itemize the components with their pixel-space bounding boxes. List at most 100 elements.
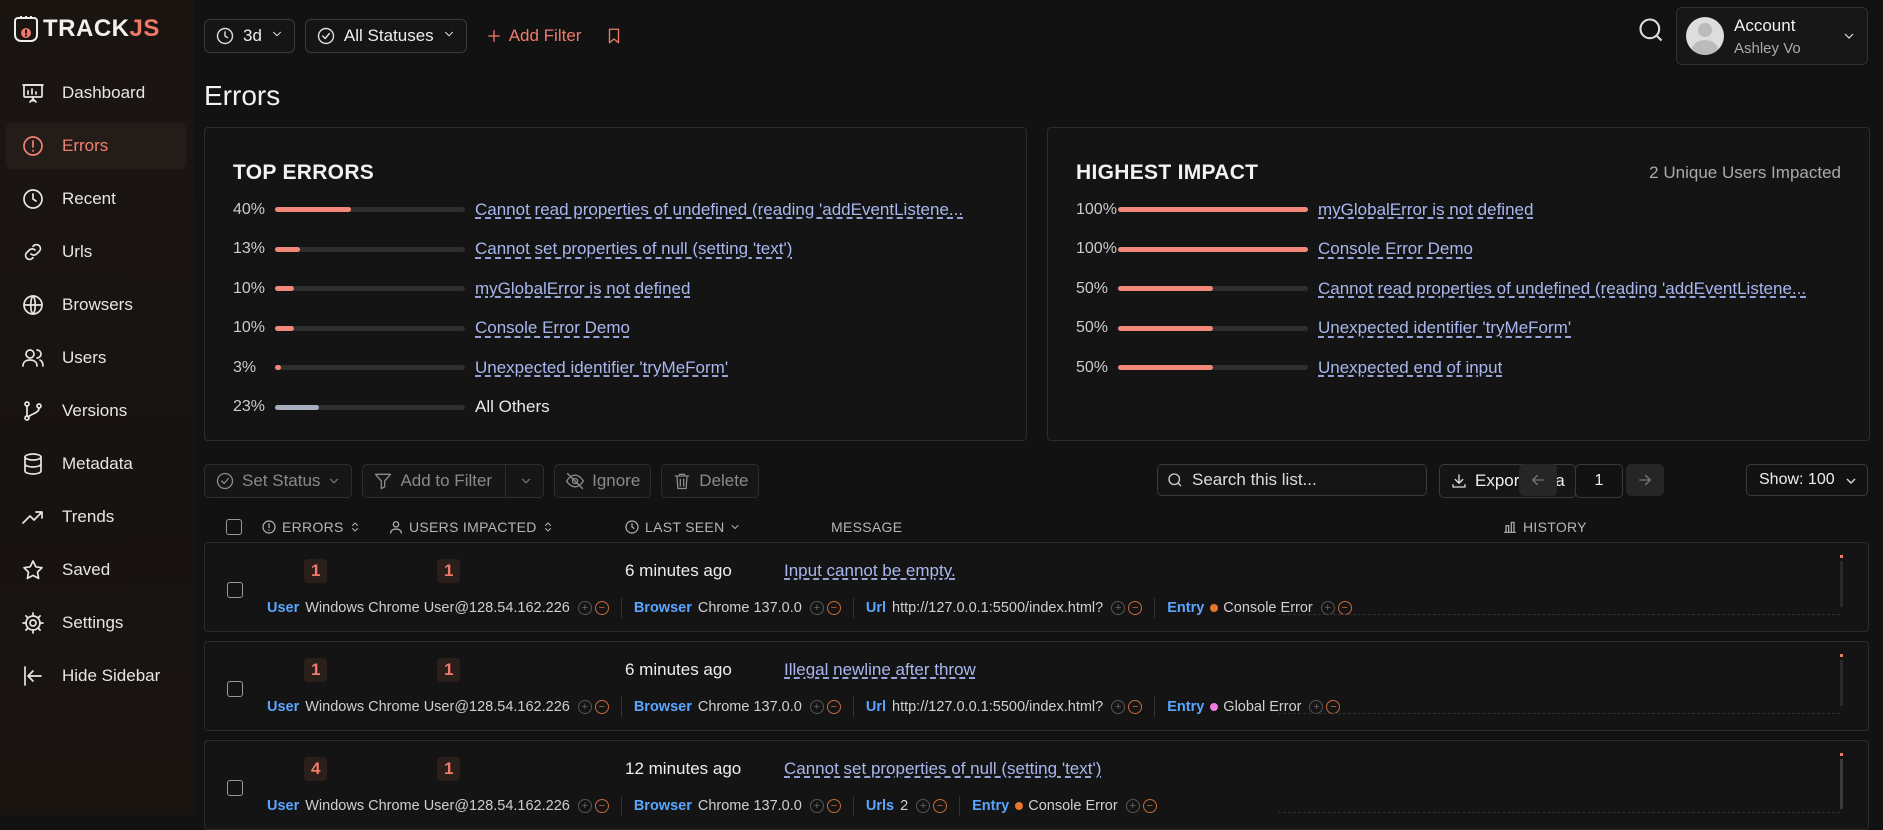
percent-bar-fill [1118, 365, 1213, 371]
error-row[interactable]: 1 1 6 minutes ago Input cannot be empty. Use… [204, 542, 1869, 632]
exclude-filter-icon[interactable]: − [1142, 799, 1157, 813]
sidebar-item-saved[interactable]: Saved [6, 547, 186, 593]
error-link[interactable]: Cannot set properties of null (setting '… [475, 239, 792, 259]
error-link[interactable]: Cannot read properties of undefined (rea… [475, 200, 963, 220]
delete-button[interactable]: Delete [661, 464, 760, 498]
bookmark-button[interactable] [605, 27, 623, 45]
exclude-filter-icon[interactable]: − [1128, 700, 1143, 714]
error-circle-icon [262, 520, 276, 534]
exclude-filter-icon[interactable]: − [933, 799, 948, 813]
search-input[interactable] [1190, 469, 1414, 491]
error-link[interactable]: myGlobalError is not defined [475, 279, 690, 299]
row-checkbox[interactable] [227, 582, 243, 598]
status-select[interactable]: All Statuses [304, 19, 467, 53]
include-filter-icon[interactable]: + [577, 799, 592, 813]
exclude-filter-icon[interactable]: − [1128, 601, 1143, 615]
include-filter-icon[interactable]: + [1125, 799, 1140, 813]
select-all-checkbox[interactable] [226, 519, 242, 535]
error-link[interactable]: Unexpected identifier 'tryMeForm' [1318, 318, 1571, 338]
exclude-filter-icon[interactable]: − [594, 601, 609, 615]
divider [852, 598, 854, 618]
include-filter-icon[interactable]: + [916, 799, 931, 813]
next-page-button[interactable] [1626, 464, 1664, 496]
include-filter-icon[interactable]: + [577, 700, 592, 714]
error-message-link[interactable]: Cannot set properties of null (setting '… [784, 759, 1101, 779]
global-search-button[interactable] [1637, 16, 1665, 49]
add-to-filter-label: Add to Filter [400, 471, 493, 490]
add-filter-label: Add Filter [508, 26, 582, 45]
column-label: MESSAGE [831, 519, 903, 535]
exclude-filter-icon[interactable]: − [594, 700, 609, 714]
error-link[interactable]: myGlobalError is not defined [1318, 200, 1533, 220]
include-filter-icon[interactable]: + [577, 601, 592, 615]
add-to-filter-button[interactable]: Add to Filter [362, 464, 545, 498]
search-icon [1168, 473, 1182, 487]
account-menu[interactable]: Account Ashley Vo [1676, 7, 1868, 65]
add-filter-button[interactable]: Add Filter [477, 26, 590, 46]
sidebar-item-dashboard[interactable]: Dashboard [6, 70, 186, 116]
column-errors[interactable]: ERRORS [261, 519, 361, 535]
users-impacted-badge: 1 [437, 658, 461, 682]
exclude-filter-icon[interactable]: − [826, 700, 841, 714]
sort-icon [544, 522, 551, 532]
error-count-badge: 1 [304, 559, 328, 583]
top-errors-panel: TOP ERRORS 40% Cannot read properties of … [204, 127, 1027, 441]
trackjs-logo[interactable]: TRACKJS [12, 14, 160, 44]
error-link[interactable]: Unexpected end of input [1318, 358, 1502, 378]
sidebar-item-users[interactable]: Users [6, 335, 186, 381]
sidebar-item-versions[interactable]: Versions [6, 388, 186, 434]
sidebar-item-recent[interactable]: Recent [6, 176, 186, 222]
page-title: Errors [204, 80, 281, 111]
history-baseline [1278, 614, 1840, 615]
row-checkbox[interactable] [227, 681, 243, 697]
error-link[interactable]: Cannot read properties of undefined (rea… [1318, 279, 1806, 299]
sidebar-item-trends[interactable]: Trends [6, 494, 186, 540]
error-message-link[interactable]: Input cannot be empty. [784, 561, 956, 581]
include-filter-icon[interactable]: + [809, 799, 824, 813]
column-label: USERS IMPACTED [409, 519, 537, 535]
exclude-filter-icon[interactable]: − [826, 601, 841, 615]
ignore-button[interactable]: Ignore [554, 464, 652, 498]
percent-bar-fill [1118, 207, 1308, 213]
time-range-select[interactable]: 3d [204, 19, 295, 53]
error-row[interactable]: 1 1 6 minutes ago Illegal newline after thr… [204, 641, 1869, 731]
error-link[interactable]: Console Error Demo [475, 318, 630, 338]
clock-icon [216, 27, 234, 45]
delete-label: Delete [699, 471, 749, 490]
avatar [1686, 17, 1724, 55]
chevron-down-icon [442, 26, 456, 46]
error-link[interactable]: Unexpected identifier 'tryMeForm' [475, 358, 728, 378]
error-link[interactable]: Console Error Demo [1318, 239, 1473, 259]
error-row[interactable]: 4 1 12 minutes ago Cannot set properties of… [204, 740, 1869, 830]
sidebar-item-browsers[interactable]: Browsers [6, 282, 186, 328]
sidebar-item-urls[interactable]: Urls [6, 229, 186, 275]
set-status-button[interactable]: Set Status [204, 464, 353, 498]
page-number[interactable]: 1 [1575, 464, 1623, 498]
last-seen: 6 minutes ago [625, 660, 732, 679]
percent-value: 50% [1076, 319, 1109, 337]
error-message-link[interactable]: Illegal newline after throw [784, 660, 976, 680]
main-content: 3d All Statuses Add Filter Account Ashle… [195, 0, 1883, 830]
include-filter-icon[interactable]: + [1111, 601, 1126, 615]
column-last-seen[interactable]: LAST SEEN [624, 519, 741, 535]
include-filter-icon[interactable]: + [1111, 700, 1126, 714]
prev-page-button[interactable] [1519, 464, 1557, 496]
error-meta: User Windows Chrome User@128.54.162.226 + −… [267, 796, 1169, 816]
history-sparkline [1278, 553, 1858, 615]
row-checkbox[interactable] [227, 780, 243, 796]
page-size-select[interactable]: Show: 100 [1746, 464, 1868, 496]
sidebar-item-settings[interactable]: Settings [6, 600, 186, 646]
divider [959, 796, 961, 816]
sort-icon [351, 522, 358, 532]
sidebar-item-hide-sidebar[interactable]: Hide Sidebar [6, 653, 186, 699]
list-search[interactable] [1157, 464, 1427, 496]
exclude-filter-icon[interactable]: − [826, 799, 841, 813]
percent-bar [1118, 207, 1308, 213]
sidebar-item-errors[interactable]: Errors [6, 123, 186, 169]
include-filter-icon[interactable]: + [809, 601, 824, 615]
meta-user: Windows Chrome User@128.54.162.226 [305, 798, 570, 814]
column-users-impacted[interactable]: USERS IMPACTED [388, 519, 554, 535]
exclude-filter-icon[interactable]: − [594, 799, 609, 813]
sidebar-item-metadata[interactable]: Metadata [6, 441, 186, 487]
include-filter-icon[interactable]: + [809, 700, 824, 714]
